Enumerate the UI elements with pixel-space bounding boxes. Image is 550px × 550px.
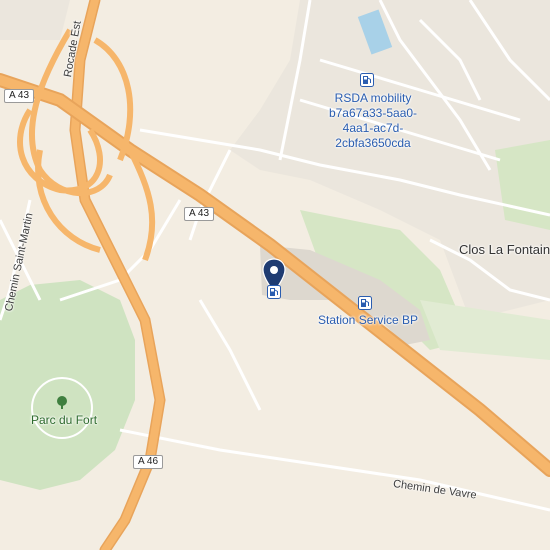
fuel-station-icon[interactable] [360,73,374,87]
rsda-label-line4: 2cbfa3650cda [335,136,411,150]
a43-shield-center: A 43 [184,207,215,221]
residential-area-nw [0,0,70,40]
station-service-bp-label[interactable]: Station Service BP [318,313,418,328]
park-tree-icon [57,396,67,409]
parc-du-fort-label: Parc du Fort [31,413,98,427]
a43-shield-west: A 43 [4,89,35,103]
fuel-station-icon[interactable] [267,285,281,299]
map-view[interactable]: A 43 A 43 A 46 Rocade Est Chemin Saint-M… [0,0,550,550]
clos-la-fontaine-label: Clos La Fontain [459,242,550,257]
rsda-mobility-label[interactable]: RSDA mobility b7a67a33-5aa0- 4aa1-ac7d- … [318,91,428,151]
rsda-label-line2: b7a67a33-5aa0- [328,106,418,120]
fuel-station-icon[interactable] [358,296,372,310]
rsda-label-line3: 4aa1-ac7d- [342,121,404,135]
a46-shield: A 46 [133,455,164,469]
rsda-label-line1: RSDA mobility [334,91,412,105]
